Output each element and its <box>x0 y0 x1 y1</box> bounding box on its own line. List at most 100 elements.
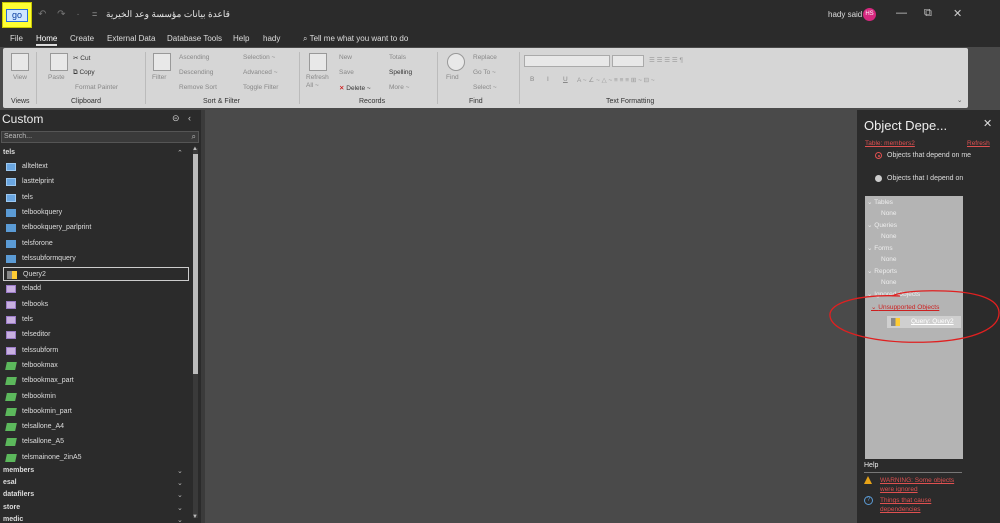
paste-button[interactable]: Paste <box>48 74 65 81</box>
cut-button[interactable]: ✂ Cut <box>73 54 90 62</box>
user-name[interactable]: hady said <box>828 10 862 19</box>
chevron-down-icon[interactable]: ⌄ <box>177 467 183 475</box>
copy-button[interactable]: ⧉ Copy <box>73 69 95 77</box>
group-header-store[interactable]: store <box>3 504 20 511</box>
group-header-members[interactable]: members <box>3 467 34 474</box>
chevron-down-icon[interactable]: ⌄ <box>177 516 183 523</box>
view-button[interactable]: View <box>13 74 27 81</box>
bold-button[interactable]: B <box>530 76 534 83</box>
nav-item[interactable]: tels <box>3 313 189 327</box>
nav-item[interactable]: allteltext <box>3 160 189 174</box>
remove-sort-button[interactable]: Remove Sort <box>179 84 217 91</box>
scroll-up-icon[interactable]: ▲ <box>192 146 198 152</box>
close-button[interactable]: ✕ <box>953 7 962 20</box>
nav-item[interactable]: telbookmax <box>3 359 189 373</box>
filter-button[interactable]: Filter <box>152 74 166 81</box>
ribbon-collapse-icon[interactable]: ⌄ <box>957 96 962 104</box>
nav-item[interactable]: telsallone_A5 <box>3 435 189 449</box>
select-button[interactable]: Select ~ <box>473 84 497 91</box>
nav-item[interactable]: telsmainone_2inA5 <box>3 451 189 465</box>
tell-me-search[interactable]: ⌕ Tell me what you want to do <box>303 34 408 44</box>
tab-database-tools[interactable]: Database Tools <box>167 34 222 43</box>
ascending-button[interactable]: Ascending <box>179 54 209 61</box>
nav-item[interactable]: telsforone <box>3 237 189 251</box>
scroll-down-icon[interactable]: ▼ <box>192 514 198 520</box>
avatar[interactable]: HS <box>863 8 876 21</box>
chevron-down-icon[interactable]: ⌄ <box>177 504 183 512</box>
tree-query-item[interactable]: Query: Query2 <box>887 316 961 328</box>
font-name-combo[interactable] <box>524 55 610 67</box>
nav-item[interactable]: telbookmin <box>3 390 189 404</box>
tab-file[interactable]: File <box>10 34 23 43</box>
nav-item[interactable]: telssubformquery <box>3 252 189 266</box>
tab-hady[interactable]: hady <box>263 34 280 43</box>
list-indent-icons[interactable]: ☰ ☰ ☰ ☰ ¶ <box>649 56 683 64</box>
tab-home[interactable]: Home <box>36 34 58 46</box>
nav-item[interactable]: telssubform <box>3 344 189 358</box>
group-header-medic[interactable]: medic <box>3 516 23 523</box>
tab-external-data[interactable]: External Data <box>107 34 155 43</box>
group-header-datafilers[interactable]: datafilers <box>3 491 34 498</box>
go-button[interactable]: go <box>6 9 28 22</box>
selection-button[interactable]: Selection ~ <box>243 54 275 61</box>
descending-button[interactable]: Descending <box>179 69 213 76</box>
more-button[interactable]: More ~ <box>389 84 409 91</box>
nav-item[interactable]: telbookmin_part <box>3 405 189 419</box>
refresh-link[interactable]: Refresh <box>967 140 990 147</box>
italic-button[interactable]: I <box>547 76 549 83</box>
nav-scrollbar[interactable]: ▲ ▼ <box>192 146 198 520</box>
tab-help[interactable]: Help <box>233 34 249 43</box>
go-to-button[interactable]: Go To ~ <box>473 69 496 76</box>
replace-button[interactable]: Replace <box>473 54 497 61</box>
underline-button[interactable]: U <box>563 76 568 83</box>
totals-button[interactable]: Totals <box>389 54 406 61</box>
save-record-button[interactable]: Save <box>339 69 354 76</box>
radio-depend-on-me[interactable] <box>875 152 882 159</box>
chevron-down-icon[interactable]: ⌄ <box>177 491 183 499</box>
refresh-all-button[interactable]: Refresh All ~ <box>306 74 332 90</box>
nav-item[interactable]: telbookmax_part <box>3 374 189 388</box>
warning-link[interactable]: WARNING: Some objects were ignored <box>880 476 962 494</box>
minimize-button[interactable]: — <box>896 7 907 19</box>
find-button[interactable]: Find <box>446 74 459 81</box>
group-header-tels[interactable]: tels <box>3 149 15 156</box>
things-link[interactable]: Things that cause dependencies <box>880 496 962 514</box>
radio-i-depend-on[interactable] <box>875 175 882 182</box>
nav-search-input[interactable]: Search... ⌕ <box>1 131 199 143</box>
chevron-down-icon[interactable]: ⌄ <box>177 479 183 487</box>
color-align-icons[interactable]: A ~ ∠ ~ △ ~ ≡ ≡ ≡ ⊞ ~ ⊟ ~ <box>577 76 655 84</box>
close-icon[interactable]: ✕ <box>983 117 992 130</box>
nav-menu-icon[interactable]: ⊝ <box>172 113 180 124</box>
nav-item[interactable]: tels <box>3 191 189 205</box>
tab-create[interactable]: Create <box>70 34 94 43</box>
toggle-filter-button[interactable]: Toggle Filter <box>243 84 278 91</box>
nav-item[interactable]: teladd <box>3 282 189 296</box>
nav-item[interactable]: telbooks <box>3 298 189 312</box>
tree-forms[interactable]: ⌄ Forms <box>867 244 893 252</box>
nav-item[interactable]: telsallone_A4 <box>3 420 189 434</box>
spelling-button[interactable]: Spelling <box>389 69 412 76</box>
nav-item[interactable]: telseditor <box>3 328 189 342</box>
restore-button[interactable]: ⧉ <box>924 7 932 20</box>
tree-queries[interactable]: ⌄ Queries <box>867 221 897 229</box>
nav-pane-title[interactable]: Custom <box>2 112 43 126</box>
nav-collapse-icon[interactable]: ‹ <box>188 113 191 123</box>
tree-ignored[interactable]: ⌄ Ignored Objects <box>867 290 920 298</box>
format-painter-button[interactable]: Format Painter <box>75 84 118 91</box>
font-size-combo[interactable] <box>612 55 644 67</box>
tree-tables[interactable]: ⌄ Tables <box>867 198 893 206</box>
delete-record-button[interactable]: ✕ Delete ~ <box>339 84 371 92</box>
tree-unsupported[interactable]: ⌄ Unsupported Objects <box>871 303 939 311</box>
new-record-button[interactable]: New <box>339 54 352 61</box>
nav-scrollbar-thumb[interactable] <box>193 154 198 374</box>
quick-access-icons[interactable]: ↶ ↷ · <box>38 9 84 20</box>
group-header-esal[interactable]: esal <box>3 479 17 486</box>
advanced-button[interactable]: Advanced ~ <box>243 69 278 76</box>
chevron-up-icon[interactable]: ⌃ <box>177 149 183 157</box>
tree-reports[interactable]: ⌄ Reports <box>867 267 897 275</box>
quick-access-customize[interactable]: = <box>92 9 97 19</box>
nav-item[interactable]: telbookquery <box>3 206 189 220</box>
nav-item[interactable]: telbookquery_parlprint <box>3 221 189 235</box>
table-link[interactable]: Table: members2 <box>865 140 915 147</box>
nav-item[interactable]: lasttelprint <box>3 175 189 189</box>
